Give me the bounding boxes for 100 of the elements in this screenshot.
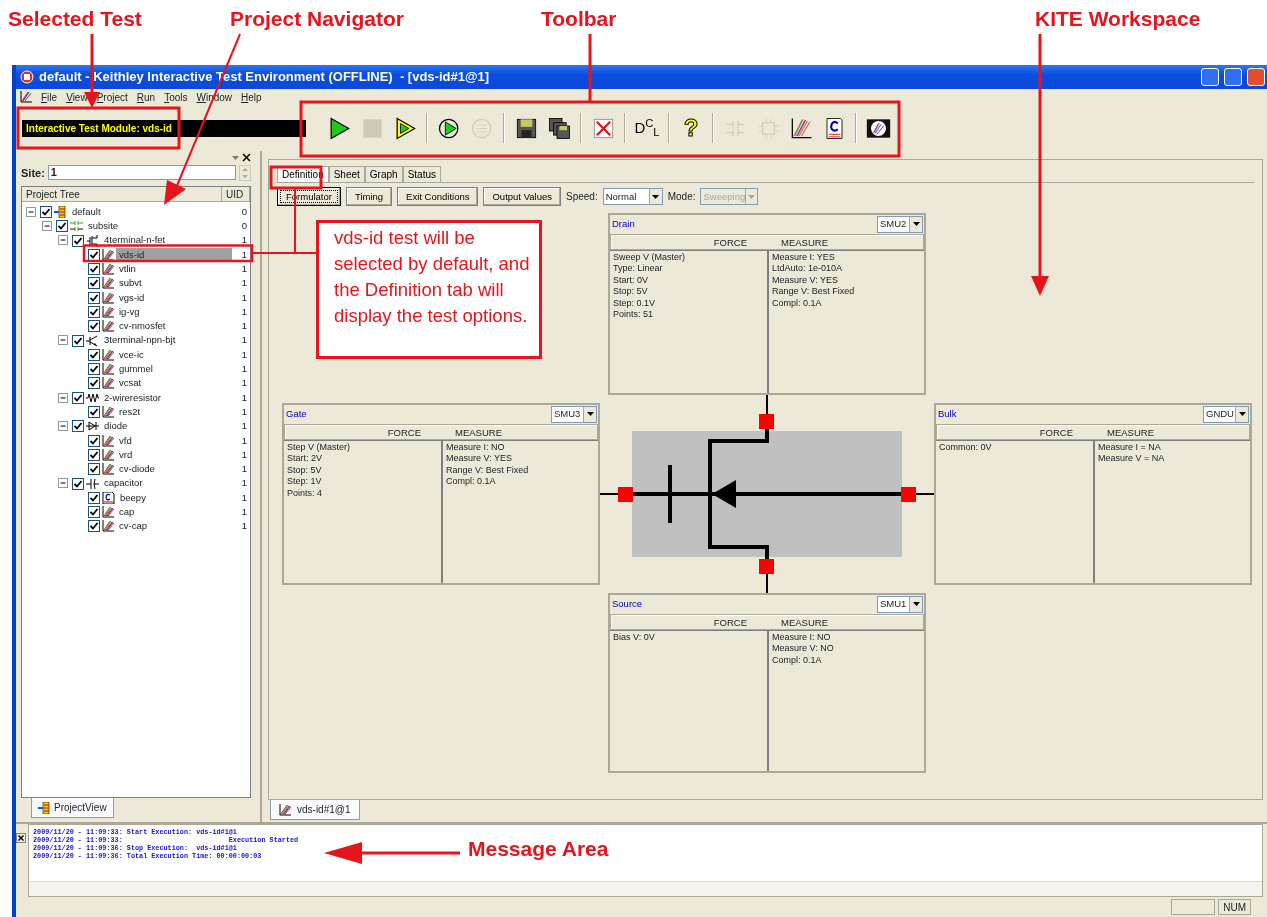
- checkbox[interactable]: [88, 406, 100, 419]
- caret-icon: [586, 412, 594, 417]
- instrument-dropdown[interactable]: SMU3: [551, 405, 597, 423]
- collapse-icon[interactable]: [42, 221, 53, 233]
- instrument-dropdown[interactable]: GNDU: [1203, 405, 1249, 423]
- tab[interactable]: Status: [402, 165, 441, 182]
- menu-item[interactable]: Run: [136, 89, 156, 105]
- tree-item[interactable]: 3terminal-npn-bjt: [101, 333, 179, 348]
- menu-item[interactable]: Help: [241, 89, 262, 105]
- graph-icon: [102, 348, 114, 361]
- site-field[interactable]: 1: [47, 165, 236, 181]
- tree-item[interactable]: cv-cap: [116, 519, 232, 534]
- terminal-name: Drain: [612, 217, 635, 232]
- checkbox[interactable]: [72, 420, 84, 433]
- instrument-dropdown[interactable]: SMU1: [877, 595, 923, 613]
- checkbox[interactable]: [88, 491, 100, 504]
- caret-icon: [652, 194, 660, 199]
- annotation-label: Project Navigator: [230, 8, 404, 29]
- tree-item[interactable]: 2-wireresistor: [101, 390, 164, 405]
- checkbox[interactable]: [88, 277, 100, 290]
- setting-text: Measure I = NA: [1098, 441, 1162, 454]
- selected-test-field: Interactive Test Module: vds-id: [22, 119, 306, 137]
- subsite-icon: [70, 220, 83, 233]
- checkbox[interactable]: [88, 248, 100, 261]
- checkbox[interactable]: [72, 477, 84, 490]
- tree-item[interactable]: vcsat: [116, 376, 232, 391]
- checkbox[interactable]: [88, 363, 100, 376]
- tree-item[interactable]: ig-vg: [116, 304, 232, 320]
- toolbar-button[interactable]: Output Values: [483, 187, 561, 207]
- close-button[interactable]: [1247, 67, 1265, 86]
- column-header: MEASURE: [1107, 426, 1154, 438]
- field-label: Speed:: [566, 190, 598, 205]
- toolbar-button[interactable]: Timing: [345, 187, 393, 207]
- checkbox[interactable]: [72, 334, 84, 347]
- tree-item[interactable]: capacitor: [101, 476, 146, 491]
- tree-item[interactable]: cv-nmosfet: [116, 319, 232, 334]
- tree-item[interactable]: res2t: [116, 404, 232, 420]
- minimize-button[interactable]: [1201, 67, 1219, 86]
- tree-item[interactable]: default: [69, 204, 104, 220]
- checkbox[interactable]: [88, 434, 100, 447]
- dropdown[interactable]: Normal: [602, 188, 663, 206]
- tree-item[interactable]: vtlin: [116, 262, 232, 277]
- setting-text: Measure I: NO: [446, 441, 506, 454]
- collapse-icon[interactable]: [58, 235, 69, 247]
- menu-item[interactable]: Project: [96, 89, 128, 105]
- close-icon[interactable]: [16, 832, 26, 843]
- menu-item[interactable]: Tools: [164, 89, 188, 105]
- tree-item[interactable]: subsite: [85, 219, 122, 234]
- checkbox[interactable]: [88, 291, 100, 304]
- column-header: MEASURE: [781, 236, 828, 248]
- horizontal-scrollbar[interactable]: [29, 881, 1262, 897]
- checkbox[interactable]: [56, 220, 68, 233]
- uid-cell-text: 0: [240, 204, 248, 219]
- tree-item[interactable]: cap: [116, 505, 232, 520]
- menu-item[interactable]: View: [66, 89, 88, 105]
- tree-item[interactable]: subvt: [116, 276, 232, 291]
- collapse-icon[interactable]: [58, 335, 69, 347]
- checkbox[interactable]: [40, 205, 52, 218]
- checkbox[interactable]: [88, 520, 100, 533]
- tree-item[interactable]: vrd: [116, 447, 232, 463]
- checkbox[interactable]: [88, 448, 100, 461]
- instrument-dropdown[interactable]: SMU2: [877, 215, 923, 233]
- tree-item[interactable]: diode: [101, 419, 131, 434]
- collapse-icon[interactable]: [58, 478, 69, 490]
- checkbox[interactable]: [72, 391, 84, 404]
- tree-item[interactable]: gummel: [116, 362, 232, 377]
- checkbox[interactable]: [88, 306, 100, 318]
- tab[interactable]: Graph: [364, 165, 403, 182]
- checkbox[interactable]: [88, 263, 100, 276]
- checkbox[interactable]: [88, 377, 100, 390]
- menu-item[interactable]: File: [41, 89, 58, 105]
- leader-line: [588, 34, 592, 102]
- checkbox[interactable]: [72, 234, 84, 247]
- maximize-button[interactable]: [1224, 67, 1242, 86]
- setting-text: Range V: Best Fixed: [446, 464, 530, 477]
- column-header: FORCE: [387, 426, 421, 438]
- close-icon[interactable]: [242, 152, 251, 162]
- checkbox[interactable]: [88, 506, 100, 519]
- tree-item[interactable]: vce-ic: [116, 347, 232, 362]
- toolbar-button[interactable]: Exit Conditions: [397, 187, 479, 207]
- checkbox[interactable]: [88, 348, 100, 361]
- collapse-icon[interactable]: [58, 392, 69, 404]
- tree-item[interactable]: cv-diode: [116, 462, 232, 477]
- uid-cell-text: 1: [240, 447, 248, 462]
- collapse-icon[interactable]: [58, 421, 69, 433]
- panel-tab[interactable]: ProjectView: [31, 798, 114, 819]
- checkbox[interactable]: [88, 463, 100, 476]
- collapse-icon[interactable]: [26, 206, 37, 218]
- callout-text: vds-id test will be selected by default, and the Definition tab will display the test options.: [316, 220, 542, 359]
- tree-item[interactable]: vds-id: [116, 247, 232, 262]
- setting-text: Stop: 5V: [287, 464, 323, 477]
- checkbox[interactable]: [88, 320, 100, 333]
- resistor-icon: [86, 391, 99, 404]
- document-tab[interactable]: vds-id#1@1: [270, 800, 360, 821]
- tab[interactable]: Sheet: [328, 165, 365, 182]
- tree-item[interactable]: beepy: [117, 490, 232, 505]
- tree-item[interactable]: vgs-id: [116, 290, 232, 305]
- tree-item[interactable]: 4terminal-n-fet: [101, 233, 169, 248]
- uid-cell-text: 1: [240, 304, 248, 319]
- tree-item[interactable]: vfd: [116, 433, 232, 448]
